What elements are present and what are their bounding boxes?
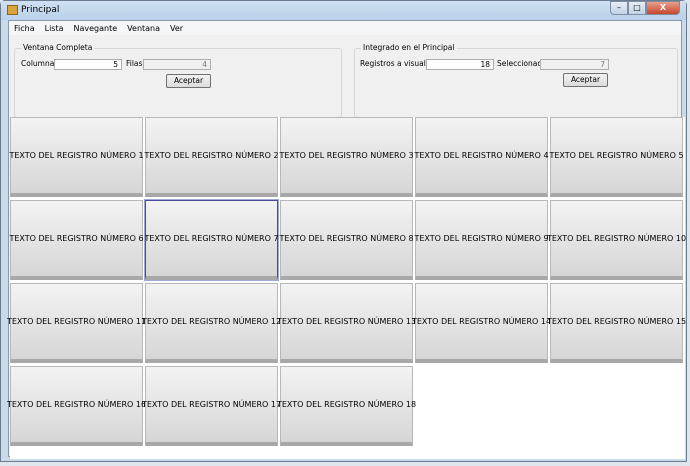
record-button[interactable]: TEXTO DEL REGISTRO NÚMERO 12 (142, 283, 281, 363)
menu-ventana[interactable]: Ventana (127, 24, 160, 33)
app-icon (7, 5, 18, 15)
record-button[interactable]: TEXTO DEL REGISTRO NÚMERO 7 (144, 199, 279, 281)
record-button[interactable]: TEXTO DEL REGISTRO NÚMERO 18 (277, 366, 416, 446)
record-button[interactable]: TEXTO DEL REGISTRO NÚMERO 5 (549, 117, 684, 197)
record-button[interactable]: TEXTO DEL REGISTRO NÚMERO 10 (547, 200, 686, 280)
menu-lista[interactable]: Lista (45, 24, 64, 33)
client-area: Ficha Lista Navegante Ventana Ver Ventan… (7, 20, 686, 459)
seleccionado-input: 7 (540, 59, 609, 70)
menu-ficha[interactable]: Ficha (14, 24, 35, 33)
menu-navegante[interactable]: Navegante (74, 24, 118, 33)
main-window: Principal – □ X Ficha Lista Navegante Ve… (0, 0, 687, 462)
record-button[interactable]: TEXTO DEL REGISTRO NÚMERO 1 (9, 117, 144, 197)
record-button[interactable]: TEXTO DEL REGISTRO NÚMERO 14 (412, 283, 551, 363)
integrado-group: Integrado en el Principal Registros a vi… (354, 43, 678, 118)
record-button[interactable]: TEXTO DEL REGISTRO NÚMERO 2 (144, 117, 279, 197)
title-bar[interactable]: Principal – □ X (1, 1, 686, 20)
ventana-completa-group: Ventana Completa Columnas 5 Filas 4 Acep… (14, 43, 342, 118)
registros-input[interactable]: 18 (426, 59, 494, 70)
group-legend: Ventana Completa (21, 43, 95, 52)
window-title: Principal (21, 5, 60, 15)
columnas-input[interactable]: 5 (54, 59, 122, 70)
filas-label: Filas (126, 59, 143, 68)
aceptar-button[interactable]: Aceptar (166, 74, 211, 88)
maximize-button[interactable]: □ (628, 1, 646, 15)
record-button[interactable]: TEXTO DEL REGISTRO NÚMERO 9 (414, 200, 549, 280)
record-button[interactable]: TEXTO DEL REGISTRO NÚMERO 3 (279, 117, 414, 197)
record-button[interactable]: TEXTO DEL REGISTRO NÚMERO 15 (547, 283, 686, 363)
aceptar-button[interactable]: Aceptar (563, 73, 608, 87)
filas-input: 4 (143, 59, 211, 70)
columnas-label: Columnas (21, 59, 59, 68)
group-legend: Integrado en el Principal (361, 43, 457, 52)
record-button[interactable]: TEXTO DEL REGISTRO NÚMERO 16 (7, 366, 146, 446)
record-button[interactable]: TEXTO DEL REGISTRO NÚMERO 4 (414, 117, 549, 197)
record-button[interactable]: TEXTO DEL REGISTRO NÚMERO 17 (142, 366, 281, 446)
menu-ver[interactable]: Ver (170, 24, 183, 33)
records-grid: TEXTO DEL REGISTRO NÚMERO 1 TEXTO DEL REG… (7, 117, 686, 459)
record-button[interactable]: TEXTO DEL REGISTRO NÚMERO 13 (277, 283, 416, 363)
record-button[interactable]: TEXTO DEL REGISTRO NÚMERO 11 (7, 283, 146, 363)
record-button[interactable]: TEXTO DEL REGISTRO NÚMERO 8 (279, 200, 414, 280)
minimize-button[interactable]: – (610, 1, 628, 15)
close-button[interactable]: X (646, 1, 680, 15)
menu-bar: Ficha Lista Navegante Ventana Ver (9, 21, 681, 35)
record-button[interactable]: TEXTO DEL REGISTRO NÚMERO 6 (9, 200, 144, 280)
